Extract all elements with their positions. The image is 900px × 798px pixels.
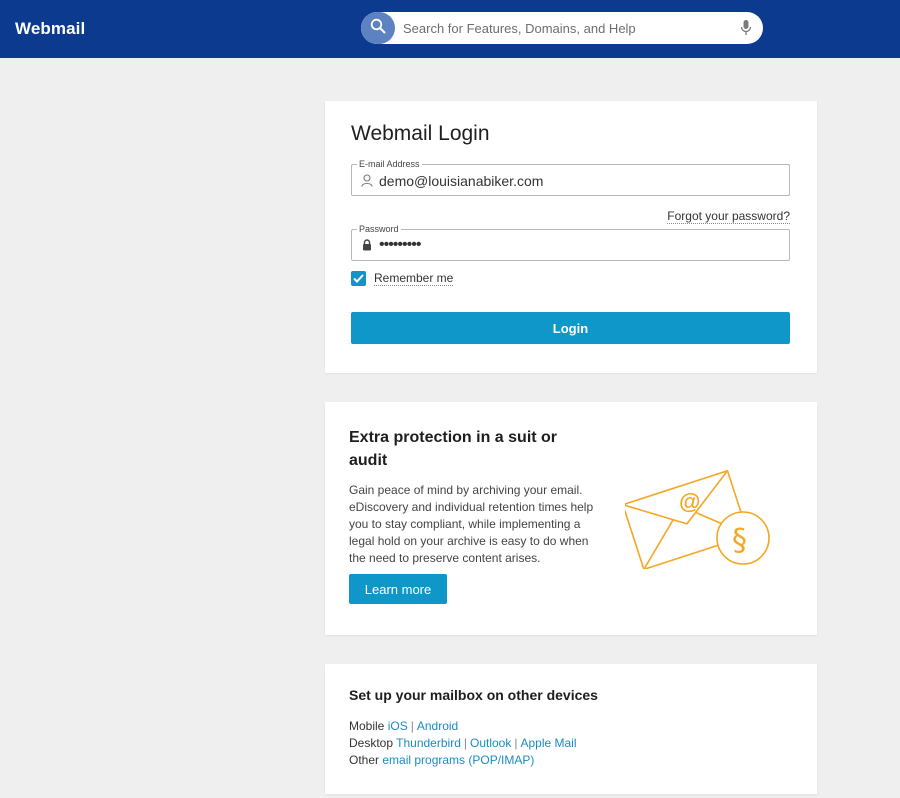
remember-checkbox[interactable] bbox=[351, 271, 366, 286]
learn-more-button[interactable]: Learn more bbox=[349, 574, 447, 604]
brand-logo[interactable]: Webmail bbox=[15, 19, 85, 39]
remember-me-toggle[interactable]: Remember me bbox=[351, 271, 454, 286]
search-input[interactable] bbox=[403, 12, 723, 44]
devices-row-other: Other email programs (POP/IMAP) bbox=[349, 752, 577, 769]
devices-title: Set up your mailbox on other devices bbox=[349, 687, 598, 703]
top-bar: Webmail bbox=[0, 0, 900, 58]
search-bar bbox=[361, 12, 763, 44]
forgot-password-link[interactable]: Forgot your password? bbox=[667, 209, 790, 224]
devices-card: Set up your mailbox on other devices Mob… bbox=[325, 664, 817, 794]
devices-row-label: Other bbox=[349, 753, 380, 767]
search-button[interactable] bbox=[361, 12, 395, 44]
password-value: ••••••••• bbox=[379, 236, 421, 253]
microphone-icon[interactable] bbox=[739, 19, 753, 37]
lock-icon bbox=[360, 238, 374, 252]
login-button[interactable]: Login bbox=[351, 312, 790, 344]
promo-card: Extra protection in a suit or audit Gain… bbox=[325, 402, 817, 635]
separator: | bbox=[410, 719, 414, 733]
password-field[interactable]: Password ••••••••• bbox=[351, 223, 790, 261]
link-thunderbird[interactable]: Thunderbird bbox=[396, 736, 461, 750]
devices-row-label: Desktop bbox=[349, 736, 394, 750]
devices-row-label: Mobile bbox=[349, 719, 385, 733]
check-icon bbox=[353, 274, 364, 283]
separator: | bbox=[514, 736, 518, 750]
promo-body: Gain peace of mind by archiving your ema… bbox=[349, 483, 594, 565]
login-title: Webmail Login bbox=[351, 122, 490, 145]
envelope-archive-icon: @ § bbox=[622, 464, 775, 571]
password-label: Password bbox=[357, 223, 401, 235]
svg-text:@: @ bbox=[679, 489, 700, 514]
search-icon bbox=[370, 18, 386, 39]
promo-title: Extra protection in a suit or audit bbox=[349, 429, 558, 469]
email-label: E-mail Address bbox=[357, 158, 422, 170]
svg-text:§: § bbox=[732, 523, 747, 558]
devices-row-mobile: Mobile iOS | Android bbox=[349, 718, 577, 735]
email-field[interactable]: E-mail Address demo@louisianabiker.com bbox=[351, 158, 790, 196]
link-outlook[interactable]: Outlook bbox=[470, 736, 511, 750]
user-icon bbox=[360, 173, 374, 187]
email-value: demo@louisianabiker.com bbox=[379, 173, 544, 189]
remember-me-label[interactable]: Remember me bbox=[374, 271, 454, 286]
link-email-programs[interactable]: email programs (POP/IMAP) bbox=[382, 753, 534, 767]
link-ios[interactable]: iOS bbox=[388, 719, 408, 733]
link-apple-mail[interactable]: Apple Mail bbox=[520, 736, 576, 750]
link-android[interactable]: Android bbox=[417, 719, 458, 733]
devices-row-desktop: Desktop Thunderbird | Outlook | Apple Mail bbox=[349, 735, 577, 752]
separator: | bbox=[463, 736, 467, 750]
login-card: Webmail Login E-mail Address demo@louisi… bbox=[325, 101, 817, 373]
devices-list: Mobile iOS | Android Desktop Thunderbird | O… bbox=[349, 718, 577, 769]
